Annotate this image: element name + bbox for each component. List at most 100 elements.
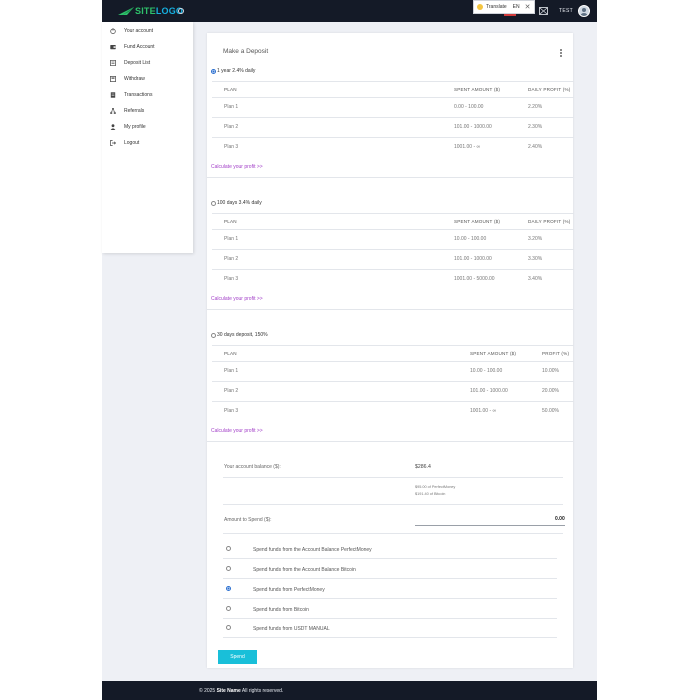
plan-name: 1 year 2.4% daily bbox=[217, 68, 256, 74]
divider bbox=[207, 309, 573, 310]
sidebar-item-my-profile[interactable]: My profile bbox=[110, 122, 146, 132]
plan-radio[interactable] bbox=[211, 68, 216, 74]
spend-option-balance-perfectmoney[interactable]: Spend funds from the Account Balance Per… bbox=[223, 540, 557, 559]
translate-indicator bbox=[504, 14, 516, 16]
table-row: Plan 3 1001.00 - 5000.00 3.40% bbox=[212, 269, 574, 289]
balance-label: Your account balance ($): bbox=[224, 464, 281, 470]
profit-cell: 50.00% bbox=[542, 408, 559, 414]
plan-radio[interactable] bbox=[211, 332, 216, 338]
plan-cell: Plan 1 bbox=[224, 236, 239, 242]
table-header: PLAN SPENT AMOUNT ($) PROFIT (%) bbox=[212, 345, 574, 361]
table-row: Plan 2 101.00 - 1000.00 3.30% bbox=[212, 249, 574, 269]
column-header-profit: PROFIT (%) bbox=[542, 351, 570, 356]
avatar-body bbox=[580, 13, 588, 16]
footer-site-name[interactable]: Site Name bbox=[217, 688, 241, 694]
sidebar-item-deposit-list[interactable]: Deposit List bbox=[110, 58, 150, 68]
sidebar-item-label: Transactions bbox=[124, 92, 153, 98]
user-name[interactable]: TEST bbox=[559, 8, 573, 14]
column-header-amount: SPENT AMOUNT ($) bbox=[454, 87, 501, 92]
table-row: Plan 1 10.00 - 100.00 10.00% bbox=[212, 361, 574, 381]
sidebar-item-label: Logout bbox=[124, 140, 140, 146]
spend-option-label: Spend funds from the Account Balance Bit… bbox=[253, 567, 356, 573]
sidebar-item-your-account[interactable]: Your account bbox=[110, 26, 153, 36]
plan-cell: Plan 2 bbox=[224, 124, 239, 130]
translate-label: Translate bbox=[486, 4, 507, 10]
calculate-profit-link-3[interactable]: Calculate your profit >> bbox=[211, 428, 263, 434]
table-row: Plan 3 1001.00 - ∞ 2.40% bbox=[212, 137, 574, 157]
sidebar-item-label: Your account bbox=[124, 28, 154, 34]
site-logo[interactable]: SITELOGO bbox=[118, 5, 183, 17]
plan-table-1: PLAN SPENT AMOUNT ($) DAILY PROFIT (%) P… bbox=[212, 81, 574, 157]
fullscreen-icon[interactable] bbox=[539, 7, 548, 15]
plan-option-1-year[interactable]: 1 year 2.4% daily bbox=[211, 68, 255, 74]
sidebar-item-logout[interactable]: Logout bbox=[110, 138, 139, 148]
sidebar-item-fund-account[interactable]: Fund Account bbox=[110, 42, 155, 52]
table-header: PLAN SPENT AMOUNT ($) DAILY PROFIT (%) bbox=[212, 213, 574, 229]
avatar[interactable] bbox=[578, 5, 590, 17]
table-row: Plan 1 0.00 - 100.00 2.20% bbox=[212, 97, 574, 117]
spend-radio[interactable] bbox=[226, 566, 231, 571]
withdraw-icon bbox=[110, 76, 116, 82]
plan-option-30-days[interactable]: 30 days deposit, 150% bbox=[211, 332, 268, 338]
spend-button[interactable]: Spend bbox=[218, 650, 257, 664]
column-header-amount: SPENT AMOUNT ($) bbox=[470, 351, 517, 356]
profit-cell: 2.40% bbox=[528, 144, 543, 150]
column-header-profit: DAILY PROFIT (%) bbox=[528, 219, 571, 224]
calculate-profit-link-2[interactable]: Calculate your profit >> bbox=[211, 296, 263, 302]
amount-cell: 1001.00 - 5000.00 bbox=[454, 276, 495, 282]
balance-bitcoin: $191.40 of Bitcoin bbox=[415, 492, 446, 496]
table-row: Plan 3 1001.00 - ∞ 50.00% bbox=[212, 401, 574, 421]
divider bbox=[223, 533, 563, 534]
plan-cell: Plan 1 bbox=[224, 368, 239, 374]
spend-option-label: Spend funds from PerfectMoney bbox=[253, 587, 325, 593]
page-title: Make a Deposit bbox=[223, 48, 269, 55]
plan-radio[interactable] bbox=[211, 200, 216, 206]
spend-option-bitcoin[interactable]: Spend funds from Bitcoin bbox=[223, 600, 557, 619]
plan-cell: Plan 2 bbox=[224, 388, 239, 394]
amount-input[interactable]: 0.00 bbox=[555, 516, 565, 522]
profit-cell: 3.30% bbox=[528, 256, 543, 262]
plan-table-2: PLAN SPENT AMOUNT ($) DAILY PROFIT (%) P… bbox=[212, 213, 574, 289]
sidebar-item-transactions[interactable]: Transactions bbox=[110, 90, 152, 100]
footer-prefix: © 2025 bbox=[199, 688, 216, 694]
spend-option-label: Spend funds from Bitcoin bbox=[253, 607, 309, 613]
spend-radio[interactable] bbox=[226, 625, 231, 630]
divider bbox=[207, 441, 573, 442]
spend-radio[interactable] bbox=[226, 586, 231, 591]
sidebar-item-referrals[interactable]: Referrals bbox=[110, 106, 144, 116]
amount-cell: 0.00 - 100.00 bbox=[454, 104, 484, 110]
translate-language[interactable]: EN bbox=[513, 4, 520, 10]
top-navbar: SITELOGO Translate EN ✕ TEST bbox=[102, 0, 597, 22]
balance-value: $286.4 bbox=[415, 464, 431, 470]
plan-name: 30 days deposit, 150% bbox=[217, 332, 268, 338]
sidebar-item-withdraw[interactable]: Withdraw bbox=[110, 74, 145, 84]
sidebar: Your account Fund Account Deposit List W… bbox=[102, 22, 193, 253]
column-header-amount: SPENT AMOUNT ($) bbox=[454, 219, 501, 224]
table-row: Plan 2 101.00 - 1000.00 20.00% bbox=[212, 381, 574, 401]
sidebar-item-label: Withdraw bbox=[124, 76, 145, 82]
profit-cell: 2.30% bbox=[528, 124, 543, 130]
spend-option-usdt-manual[interactable]: Spend funds from USDT MANUAL bbox=[223, 619, 557, 638]
spend-radio[interactable] bbox=[226, 606, 231, 611]
deposit-card: Make a Deposit 1 year 2.4% daily PLAN SP… bbox=[207, 33, 574, 668]
list-icon bbox=[110, 60, 116, 66]
translate-close-icon[interactable]: ✕ bbox=[525, 3, 531, 11]
amount-cell: 1001.00 - ∞ bbox=[454, 144, 481, 150]
calculate-profit-link-1[interactable]: Calculate your profit >> bbox=[211, 164, 263, 170]
balance-perfectmoney: $95.00 of PerfectMoney bbox=[415, 485, 456, 489]
spend-option-perfectmoney[interactable]: Spend funds from PerfectMoney bbox=[223, 580, 557, 599]
menu-toggle-icon[interactable] bbox=[178, 8, 184, 14]
spend-option-label: Spend funds from USDT MANUAL bbox=[253, 626, 330, 632]
logo-swoosh-icon bbox=[118, 7, 134, 15]
divider bbox=[223, 477, 563, 478]
spend-option-balance-bitcoin[interactable]: Spend funds from the Account Balance Bit… bbox=[223, 560, 557, 579]
plan-option-100-days[interactable]: 100 days 3.4% daily bbox=[211, 200, 262, 206]
amount-cell: 101.00 - 1000.00 bbox=[470, 388, 508, 394]
translate-widget[interactable]: Translate EN ✕ bbox=[473, 0, 535, 14]
more-options-icon[interactable] bbox=[560, 49, 562, 57]
document-icon bbox=[110, 92, 116, 98]
profit-cell: 3.20% bbox=[528, 236, 543, 242]
amount-cell: 101.00 - 1000.00 bbox=[454, 124, 492, 130]
spend-radio[interactable] bbox=[226, 546, 231, 551]
network-icon bbox=[110, 108, 116, 114]
